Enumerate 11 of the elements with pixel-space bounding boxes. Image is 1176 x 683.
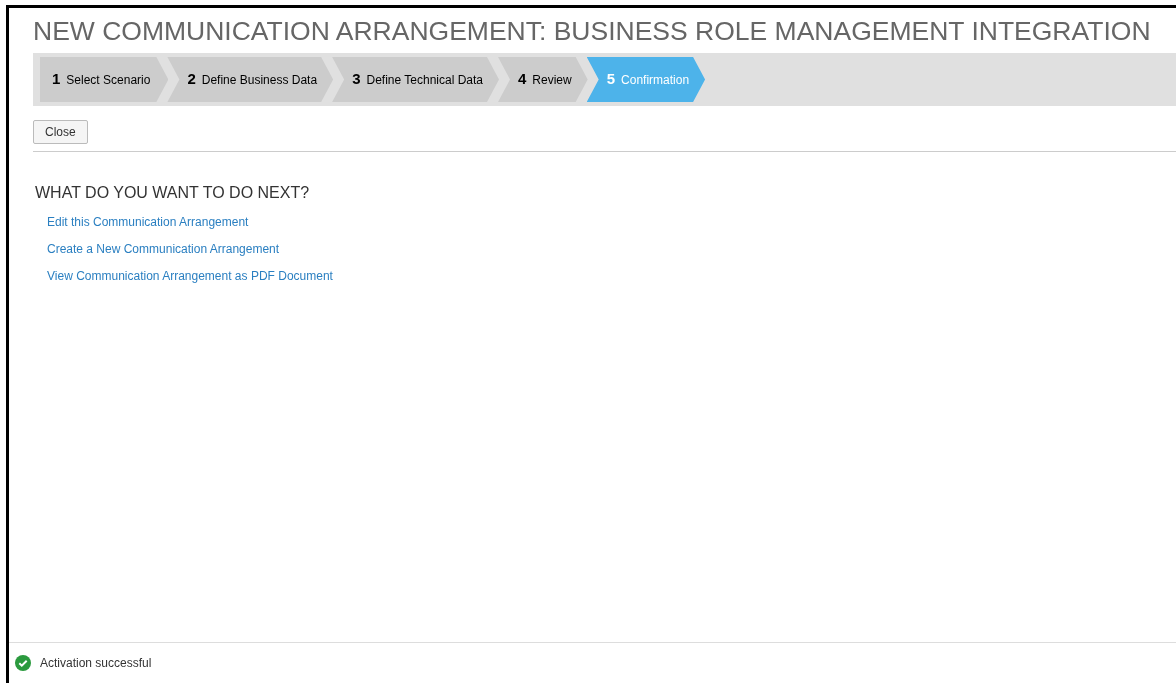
wizard-step[interactable]: 3 Define Technical Data <box>332 57 499 102</box>
action-link[interactable]: View Communication Arrangement as PDF Document <box>47 267 333 285</box>
status-message: Activation successful <box>40 655 152 672</box>
close-button[interactable]: Close <box>33 120 88 144</box>
action-link[interactable]: Edit this Communication Arrangement <box>47 213 249 231</box>
page-title: NEW COMMUNICATION ARRANGEMENT: BUSINESS ROLE MANAGEMENT INTEGRATION <box>33 16 1152 46</box>
next-steps-heading: WHAT DO YOU WANT TO DO NEXT? <box>35 183 311 203</box>
wizard-step[interactable]: 4 Review <box>498 57 588 102</box>
action-link[interactable]: Create a New Communication Arrangement <box>47 240 280 258</box>
wizard-step[interactable]: 2 Define Business Data <box>167 57 334 102</box>
wizard-step[interactable]: 1 Select Scenario <box>40 57 169 102</box>
